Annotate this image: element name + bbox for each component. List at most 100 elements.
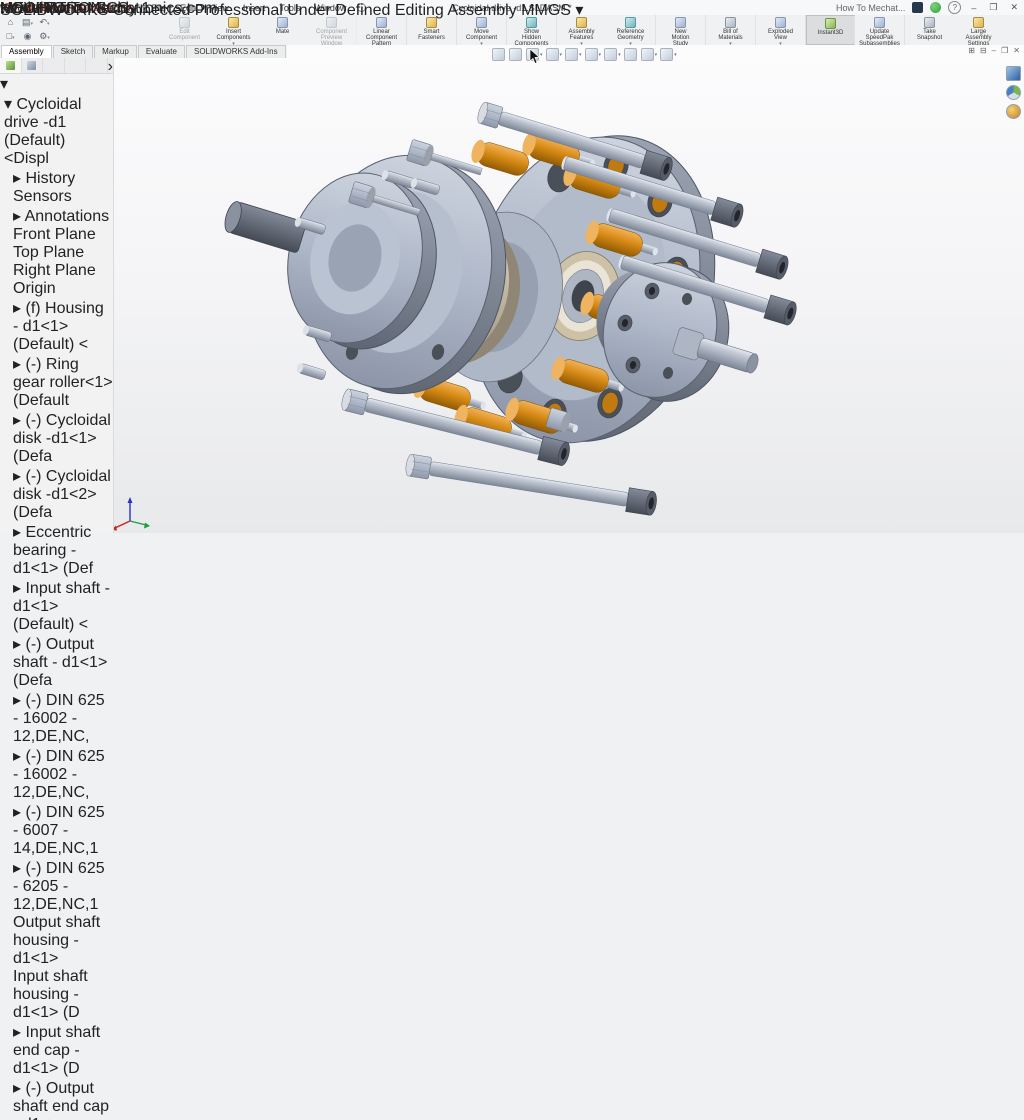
bill-of-materials-button[interactable]: Bill of Materials ▾ [706,15,756,45]
tab-sketch[interactable]: Sketch [53,45,93,58]
expand-arrow-icon[interactable]: ▸ [13,692,21,709]
expand-arrow-icon[interactable]: ▸ [13,524,21,541]
status-units[interactable]: MMGS [521,2,571,19]
propertymanager-tab[interactable] [22,58,44,73]
expand-arrow-icon[interactable]: ▸ [13,170,21,187]
tree-item[interactable]: Front Plane [0,226,113,244]
lifecycle-collaboration-icon[interactable] [1006,85,1021,100]
doc-tile-icon[interactable]: ⊟ [980,46,987,55]
instant3d-button[interactable]: Instant3D [806,15,855,45]
expand-arrow-icon[interactable]: ▸ [13,636,21,653]
tab-evaluate[interactable]: Evaluate [138,45,185,58]
3dexperience-icon[interactable] [912,2,923,13]
tree-item[interactable]: ▸ (-) Output shaft end cap - d1< [0,1078,113,1120]
tree-item[interactable]: ▸ (-) Output shaft - d1<1> (Defa [0,634,113,690]
tree-item[interactable]: ▸ Input shaft end cap - d1<1> (D [0,1022,113,1078]
configurationmanager-tab[interactable] [43,58,65,73]
tree-item[interactable]: ▸ (-) DIN 625 - 6205 - 12,DE,NC,1 [0,858,113,914]
tree-item[interactable]: ▸ (-) DIN 625 - 16002 - 12,DE,NC, [0,746,113,802]
tree-item[interactable]: ▸ (f) Housing - d1<1> (Default) < [0,298,113,354]
edit-appearance-icon[interactable] [624,48,638,61]
new-document-icon[interactable]: □▾ [2,30,19,44]
tree-item[interactable]: ▸ Input shaft - d1<1> (Default) < [0,578,113,634]
tree-item[interactable]: ▸ (-) Cycloidal disk -d1<2> (Defa [0,466,113,522]
tree-item[interactable]: Top Plane [0,244,113,262]
doc-minimize-icon[interactable]: – [992,46,996,55]
doc-close-icon[interactable]: ✕ [1013,46,1020,55]
tab-markup[interactable]: Markup [94,45,137,58]
user-avatar[interactable] [930,2,941,13]
heads-up-toolbar: ▾ ▾ ▾ ▾ ▾ ▾ ▾ [488,47,681,62]
options-gear-icon[interactable]: ⚙▾ [36,30,53,44]
status-bar: SOLIDWORKS Connected Professional Under … [0,0,583,20]
expand-arrow-icon[interactable]: ▸ [13,1080,21,1097]
tree-item[interactable]: ▸ Eccentric bearing - d1<1> (Def [0,522,113,578]
tab-solidworks-addins[interactable]: SOLIDWORKS Add-Ins [186,45,286,58]
dimxpertmanager-icon [70,61,79,70]
3dexperience-platform-icon[interactable] [1006,66,1021,81]
expand-arrow-icon[interactable]: ▸ [13,860,21,877]
tree-item[interactable]: ▸ Annotations [0,206,113,226]
hide-show-items-icon[interactable]: ▾ [604,48,621,61]
marketplace-icon[interactable] [1006,104,1021,119]
tree-item[interactable]: Input shaft housing - d1<1> (D [0,968,113,1022]
quick-access-toolbar: ⌂ ▤▾ ↶▾ □▾ ◉ ⚙▾ [2,16,54,44]
tab-assembly[interactable]: Assembly [1,45,52,58]
tree-item[interactable]: ▸ (-) Ring gear roller<1> (Default [0,354,113,410]
displaymanager-tab[interactable] [86,58,108,73]
doc-cascade-icon[interactable]: ⊞ [968,46,975,55]
expand-arrow-icon[interactable]: ▾ [4,96,12,113]
apply-scene-icon[interactable]: ▾ [641,48,658,61]
doc-restore-icon[interactable]: ❐ [1001,46,1008,55]
ribbon-button-icon [725,17,736,28]
expand-arrow-icon[interactable]: ▸ [13,580,21,597]
minimize-button[interactable]: – [968,3,979,13]
close-button[interactable]: ✕ [1007,2,1021,13]
update-speedpak-button[interactable]: Update SpeedPak Subassemblies [855,15,905,45]
expand-arrow-icon[interactable]: ▸ [13,468,21,485]
expand-arrow-icon[interactable]: ▸ [13,804,21,821]
display-style-icon[interactable]: ▾ [585,48,602,61]
zoom-to-area-icon[interactable] [509,48,523,61]
tree-item[interactable]: ▸ (-) Cycloidal disk -d1<1> (Defa [0,410,113,466]
reference-geometry-button[interactable]: Reference Geometry ▾ [606,15,656,45]
feature-manager-panel: › ▾ ▾ Cycloidal drive -d1 (Default) <Dis… [0,58,114,533]
help-icon[interactable]: ? [948,1,961,14]
tree-item[interactable]: ▸ History [0,168,113,188]
displaymanager-icon [92,61,101,70]
tree-item[interactable]: ▸ (-) DIN 625 - 6007 - 14,DE,NC,1 [0,802,113,858]
dimxpertmanager-tab[interactable] [65,58,87,73]
large-assembly-settings-button[interactable]: Large Assembly Settings ▾ [954,15,1003,45]
tree-item[interactable]: Sensors [0,188,113,206]
section-view-icon[interactable]: ▾ [546,48,563,61]
graphics-viewport[interactable] [113,45,1024,533]
exploded-view-button[interactable]: Exploded View ▾ [756,15,806,45]
expand-arrow-icon[interactable]: ▸ [13,300,21,317]
restore-button[interactable]: ❐ [986,2,1000,13]
expand-arrow-icon[interactable]: ▸ [13,1024,21,1041]
status-constraint-state: Under Defined [287,2,390,19]
expand-arrow-icon[interactable]: ▸ [13,208,21,225]
panel-tabs-overflow[interactable]: › [108,58,113,73]
ribbon-button-icon [775,17,786,28]
print-icon[interactable]: ◉ [19,30,36,44]
expand-arrow-icon[interactable]: ▸ [13,412,21,429]
view-orientation-icon[interactable]: ▾ [565,48,582,61]
tree-item[interactable]: Output shaft housing - d1<1> [0,914,113,968]
tree-item[interactable]: Right Plane [0,262,113,280]
expand-arrow-icon[interactable]: ▸ [13,356,21,373]
take-snapshot-button[interactable]: Take Snapshot [905,15,954,45]
featuremanager-tab[interactable] [0,58,22,73]
new-motion-study-button[interactable]: New Motion Study [656,15,706,45]
tree-item[interactable]: ▾ Cycloidal drive -d1 (Default) <Displ [0,94,113,168]
view-settings-icon[interactable]: ▾ [660,48,677,61]
status-units-dropdown[interactable]: ▾ [575,2,583,19]
ribbon-button-icon [825,18,836,29]
document-window-controls: ⊞ ⊟–❐ ✕ [968,46,1020,55]
expand-arrow-icon[interactable]: ▸ [13,748,21,765]
tree-item[interactable]: Origin [0,280,113,298]
tree-item[interactable]: ▸ (-) DIN 625 - 16002 - 12,DE,NC, [0,690,113,746]
ribbon-button-icon [625,17,636,28]
ribbon-button-icon [973,17,984,28]
zoom-to-fit-icon[interactable] [492,48,506,61]
